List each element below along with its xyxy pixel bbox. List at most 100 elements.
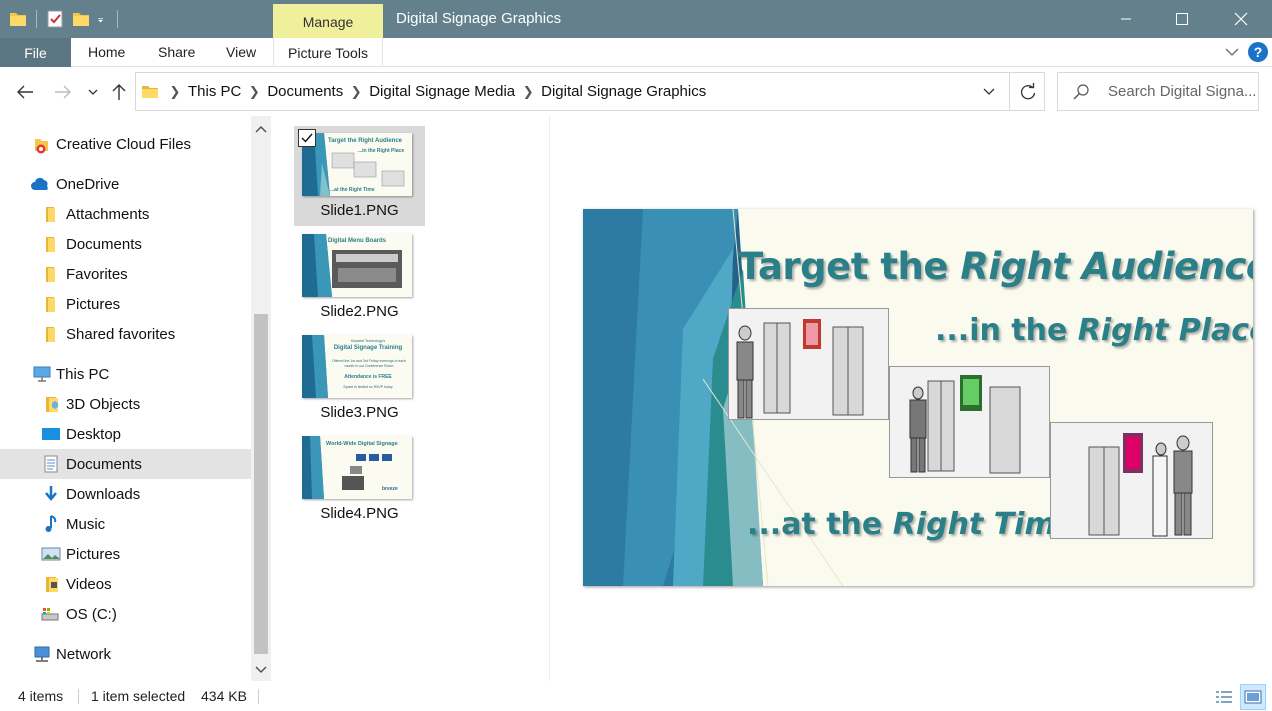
nav-item-label: This PC [56, 365, 110, 383]
nav-item-label: Pictures [66, 545, 121, 563]
folder-icon [40, 294, 60, 314]
checkmark-icon [301, 133, 313, 143]
recent-locations-button[interactable] [80, 79, 106, 105]
file-name: Slide2.PNG [320, 303, 399, 320]
nav-item-videos[interactable]: Videos [0, 569, 251, 599]
chevron-right-icon[interactable]: ❯ [243, 73, 265, 110]
nav-item-label: 3D Objects [66, 395, 141, 413]
tab-home[interactable]: Home [88, 38, 125, 67]
nav-item-label: Favorites [66, 265, 128, 283]
nav-item-music[interactable]: Music [0, 509, 251, 539]
nav-item-downloads[interactable]: Downloads [0, 479, 251, 509]
navigation-bar: ❯ This PC ❯ Documents ❯ Digital Signage … [0, 67, 1272, 116]
videos-icon [42, 574, 62, 594]
nav-item-onedrive-documents[interactable]: Documents [0, 229, 251, 259]
nav-pane-scrollbar[interactable] [251, 116, 271, 681]
folder-icon[interactable] [8, 9, 28, 29]
customize-qat-icon[interactable] [97, 9, 109, 29]
large-icons-view-button[interactable] [1240, 684, 1266, 710]
file-name: Slide1.PNG [320, 202, 399, 219]
scroll-down-button[interactable] [251, 659, 271, 681]
window-title: Digital Signage Graphics [396, 10, 562, 27]
chevron-down-icon [983, 88, 995, 95]
details-view-icon [1216, 691, 1232, 703]
details-view-button[interactable] [1211, 684, 1237, 710]
3d-objects-icon [42, 394, 62, 414]
file-item-slide1[interactable]: Target the Right Audience ...in the Righ… [294, 126, 425, 226]
close-icon [1234, 12, 1248, 26]
nav-item-shared-favorites[interactable]: Shared favorites [0, 319, 251, 349]
forward-button[interactable] [50, 79, 76, 105]
search-box[interactable]: Search Digital Signa... [1057, 72, 1259, 111]
documents-icon [41, 454, 61, 474]
chevron-down-icon[interactable] [1224, 44, 1240, 60]
item-checkbox[interactable] [298, 129, 316, 147]
desktop-icon [41, 424, 61, 444]
headline-italic: Right Audience [960, 245, 1253, 288]
nav-item-onedrive-pictures[interactable]: Pictures [0, 289, 251, 319]
chevron-right-icon[interactable]: ❯ [517, 73, 539, 110]
search-icon [1073, 84, 1089, 100]
nav-item-attachments[interactable]: Attachments [0, 199, 251, 229]
nav-item-favorites[interactable]: Favorites [0, 259, 251, 289]
nav-item-label: Pictures [66, 295, 121, 313]
tab-picture-tools[interactable]: Picture Tools [273, 38, 383, 67]
nav-item-label: Music [66, 515, 106, 533]
nav-item-label: Desktop [66, 425, 122, 443]
address-history-button[interactable] [976, 73, 1002, 110]
nav-item-creative-cloud-files[interactable]: Creative Cloud Files [0, 129, 251, 159]
breadcrumb-digital-signage-media[interactable]: Digital Signage Media [367, 83, 517, 100]
properties-icon[interactable] [45, 9, 65, 29]
folder-icon [40, 234, 60, 254]
thumb-title: World-Wide Digital Signage [326, 441, 398, 447]
maximize-icon [1176, 13, 1188, 25]
breadcrumb-this-pc[interactable]: This PC [186, 83, 243, 100]
new-folder-icon[interactable] [71, 9, 91, 29]
nav-item-pictures[interactable]: Pictures [0, 539, 251, 569]
back-button[interactable] [12, 79, 38, 105]
scroll-up-button[interactable] [251, 118, 271, 140]
help-icon[interactable]: ? [1248, 42, 1268, 62]
nav-item-desktop[interactable]: Desktop [0, 419, 251, 449]
tab-view[interactable]: View [226, 38, 256, 67]
address-bar[interactable]: ❯ This PC ❯ Documents ❯ Digital Signage … [135, 72, 1045, 111]
minimize-button[interactable] [1097, 0, 1155, 38]
thumbnail: Target the Right Audience ...in the Righ… [302, 133, 412, 196]
elevator-scene-illustration [1050, 422, 1213, 539]
nav-item-onedrive[interactable]: OneDrive [0, 169, 251, 199]
tab-manage[interactable]: Manage [273, 4, 383, 38]
refresh-button[interactable] [1009, 73, 1045, 110]
tab-file[interactable]: File [0, 38, 71, 67]
search-input[interactable]: Search Digital Signa... [1108, 73, 1256, 110]
close-button[interactable] [1212, 0, 1270, 38]
nav-item-documents[interactable]: Documents [0, 449, 251, 479]
preview-headline: Target the Right Audience [738, 245, 1253, 288]
breadcrumb-documents[interactable]: Documents [265, 83, 345, 100]
tab-share[interactable]: Share [158, 38, 195, 67]
maximize-button[interactable] [1153, 0, 1211, 38]
navigation-pane: Creative Cloud Files OneDrive Attachment… [0, 116, 251, 681]
nav-item-3d-objects[interactable]: 3D Objects [0, 389, 251, 419]
chevron-right-icon[interactable]: ❯ [345, 73, 367, 110]
file-item-slide2[interactable]: Digital Menu Boards Slide2.PNG [294, 227, 425, 327]
elevator-scene-illustration [728, 308, 889, 420]
chevron-right-icon[interactable]: ❯ [164, 73, 186, 110]
breadcrumb: ❯ This PC ❯ Documents ❯ Digital Signage … [164, 73, 708, 110]
scroll-thumb[interactable] [254, 314, 268, 654]
nav-item-os-c[interactable]: OS (C:) [0, 599, 251, 629]
nav-item-label: Network [56, 645, 112, 663]
file-item-slide3[interactable]: Keywest Technology's Digital Signage Tra… [294, 328, 425, 428]
preview-line-time: ...at the Right Time [747, 507, 1076, 542]
nav-item-this-pc[interactable]: This PC [0, 359, 251, 389]
line-italic: Right Place [1077, 313, 1253, 348]
this-pc-icon [32, 364, 52, 384]
up-button[interactable] [106, 79, 132, 105]
preview-pane-divider[interactable] [549, 116, 550, 681]
thumb-line: ...in the Right Place [358, 148, 405, 154]
nav-item-network[interactable]: Network [0, 639, 251, 669]
thumb-line: Attendance is FREE [344, 374, 392, 380]
breadcrumb-digital-signage-graphics[interactable]: Digital Signage Graphics [539, 83, 708, 100]
thumb-brand: breeze [382, 486, 398, 492]
preview-image: Target the Right Audience ...in the Righ… [583, 209, 1253, 586]
file-item-slide4[interactable]: World-Wide Digital Signage breeze Slide4… [294, 429, 425, 529]
